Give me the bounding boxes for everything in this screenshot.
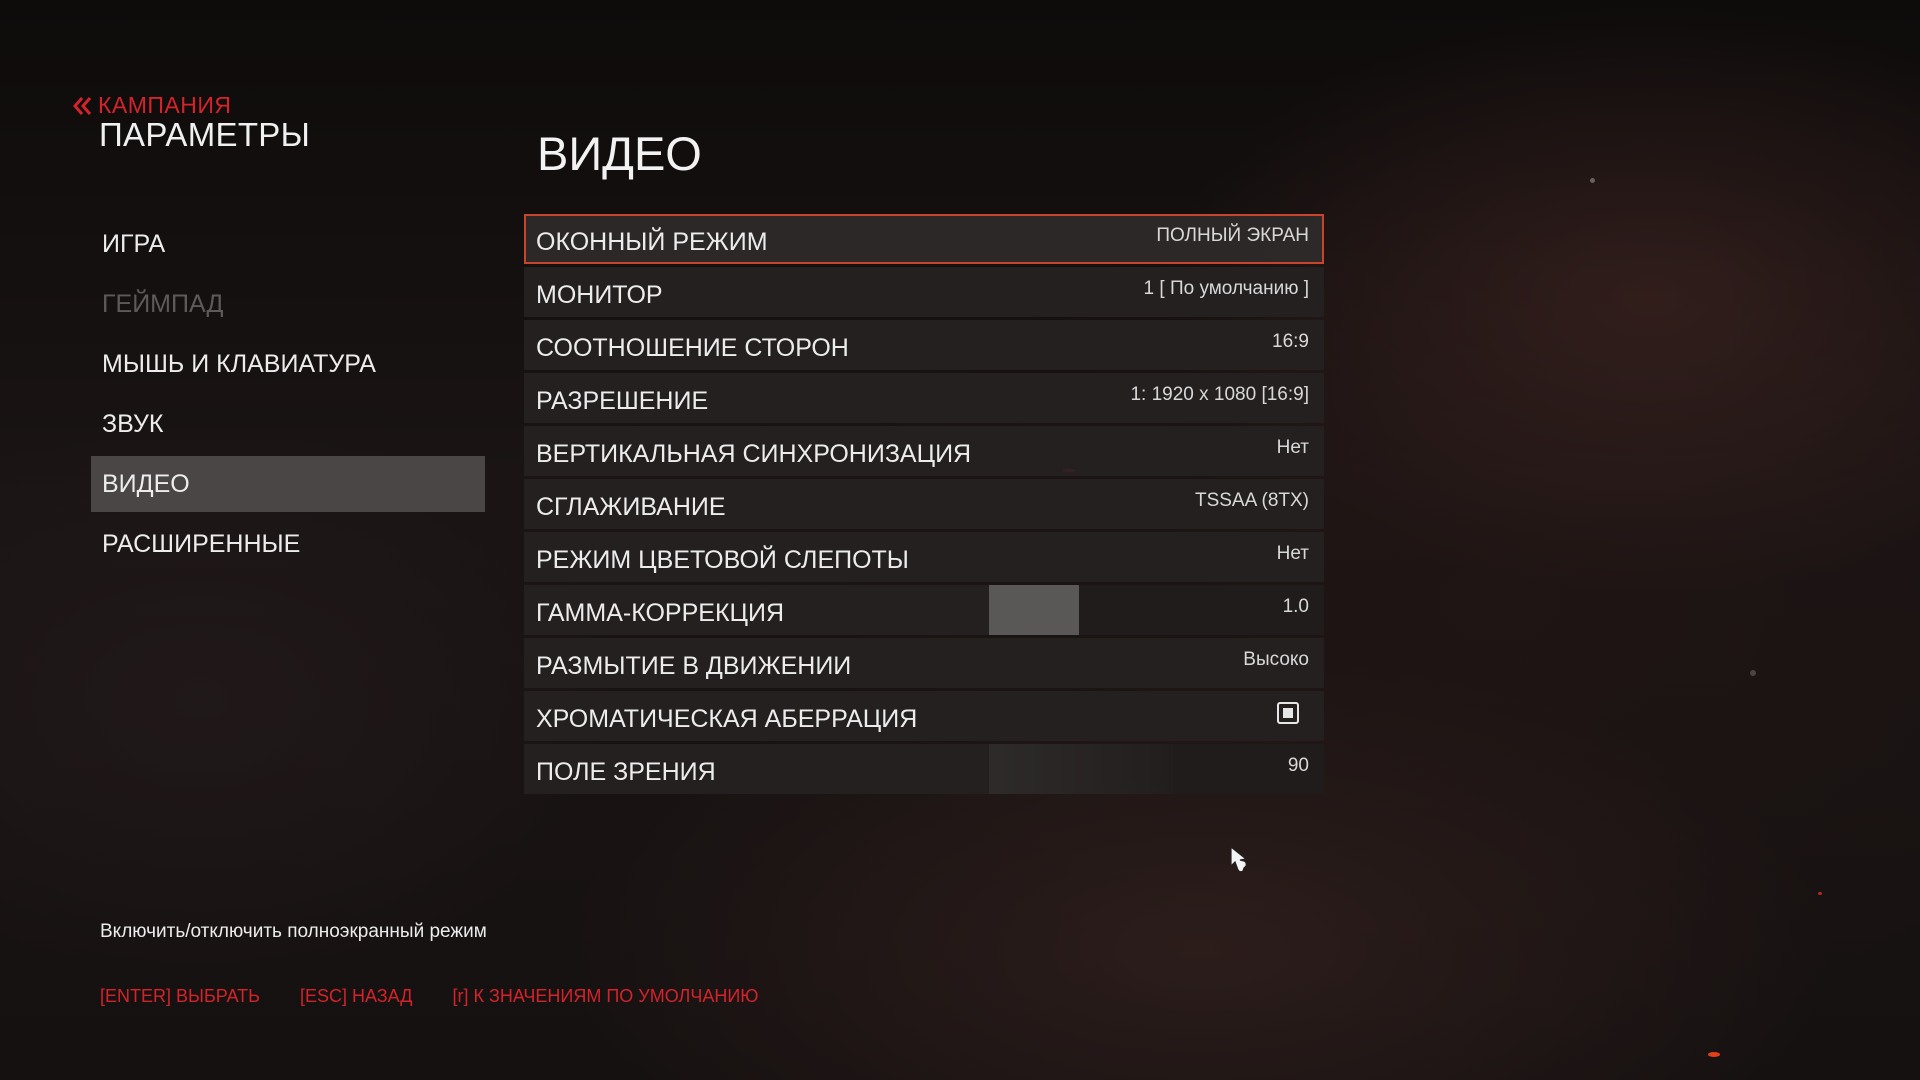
sidebar-item-label: МЫШЬ И КЛАВИАТУРА bbox=[102, 349, 376, 378]
setting-label: ХРОМАТИЧЕСКАЯ АБЕРРАЦИЯ bbox=[536, 704, 918, 733]
ember-particle bbox=[1708, 1052, 1720, 1057]
setting-description: Включить/отключить полноэкранный режим bbox=[100, 921, 487, 942]
setting-label: ГАММА-КОРРЕКЦИЯ bbox=[536, 598, 785, 627]
fov-slider[interactable] bbox=[989, 744, 1324, 794]
sidebar-item-mouse-keyboard[interactable]: МЫШЬ И КЛАВИАТУРА bbox=[91, 336, 485, 392]
setting-label: СООТНОШЕНИЕ СТОРОН bbox=[536, 333, 849, 362]
setting-value: 1: 1920 x 1080 [16:9] bbox=[1130, 384, 1309, 405]
setting-vsync[interactable]: ВЕРТИКАЛЬНАЯ СИНХРОНИЗАЦИЯ Нет bbox=[524, 426, 1324, 476]
setting-value: 90 bbox=[1287, 755, 1309, 776]
setting-value: TSSAA (8TX) bbox=[1194, 490, 1309, 511]
setting-label: РАЗРЕШЕНИЕ bbox=[536, 386, 709, 415]
ember-particle bbox=[1590, 178, 1595, 183]
setting-value: 1.0 bbox=[1282, 596, 1309, 617]
setting-value: Высоко bbox=[1243, 649, 1309, 670]
ember-particle bbox=[1750, 670, 1756, 676]
sidebar-item-video[interactable]: ВИДЕО bbox=[91, 456, 485, 512]
back-hint-button[interactable]: [ESC] НАЗАД bbox=[300, 986, 412, 1007]
checkbox-mark bbox=[1283, 708, 1293, 718]
setting-label: ВЕРТИКАЛЬНАЯ СИНХРОНИЗАЦИЯ bbox=[536, 439, 972, 468]
gamma-slider[interactable] bbox=[989, 585, 1324, 635]
sidebar-item-label: ВИДЕО bbox=[102, 469, 190, 498]
ember-particle bbox=[1818, 892, 1822, 895]
setting-label: ПОЛЕ ЗРЕНИЯ bbox=[536, 757, 716, 786]
page-title: ПАРАМЕТРЫ bbox=[99, 116, 311, 153]
video-settings-list: ОКОННЫЙ РЕЖИМ ПОЛНЫЙ ЭКРАН МОНИТОР 1 [ П… bbox=[524, 214, 1324, 797]
double-chevron-left-icon bbox=[73, 96, 92, 115]
setting-value: Нет bbox=[1276, 437, 1309, 458]
sidebar-item-label: ЗВУК bbox=[102, 409, 164, 438]
setting-gamma[interactable]: ГАММА-КОРРЕКЦИЯ 1.0 bbox=[524, 585, 1324, 635]
sidebar-item-sound[interactable]: ЗВУК bbox=[91, 396, 485, 452]
setting-value: 16:9 bbox=[1272, 331, 1309, 352]
setting-value: Нет bbox=[1276, 543, 1309, 564]
setting-chromatic-aberration[interactable]: ХРОМАТИЧЕСКАЯ АБЕРРАЦИЯ bbox=[524, 691, 1324, 741]
setting-window-mode[interactable]: ОКОННЫЙ РЕЖИМ ПОЛНЫЙ ЭКРАН bbox=[524, 214, 1324, 264]
setting-antialiasing[interactable]: СГЛАЖИВАНИЕ TSSAA (8TX) bbox=[524, 479, 1324, 529]
sidebar-item-game[interactable]: ИГРА bbox=[91, 216, 485, 272]
sidebar-item-label: РАСШИРЕННЫЕ bbox=[102, 529, 301, 558]
setting-aspect-ratio[interactable]: СООТНОШЕНИЕ СТОРОН 16:9 bbox=[524, 320, 1324, 370]
fov-slider-fill bbox=[989, 744, 1174, 794]
select-hint-button[interactable]: [ENTER] ВЫБРАТЬ bbox=[100, 986, 260, 1007]
setting-colorblind-mode[interactable]: РЕЖИМ ЦВЕТОВОЙ СЛЕПОТЫ Нет bbox=[524, 532, 1324, 582]
sidebar-item-advanced[interactable]: РАСШИРЕННЫЕ bbox=[91, 516, 485, 572]
sidebar-item-gamepad: ГЕЙМПАД bbox=[91, 276, 485, 332]
back-to-campaign-link[interactable]: КАМПАНИЯ bbox=[72, 92, 232, 119]
setting-value: 1 [ По умолчанию ] bbox=[1143, 278, 1309, 299]
reset-defaults-hint-button[interactable]: [r] К ЗНАЧЕНИЯМ ПО УМОЛЧАНИЮ bbox=[452, 986, 758, 1007]
back-link-label: КАМПАНИЯ bbox=[98, 92, 232, 118]
section-title: ВИДЕО bbox=[537, 127, 702, 180]
setting-label: СГЛАЖИВАНИЕ bbox=[536, 492, 726, 521]
setting-label: МОНИТОР bbox=[536, 280, 663, 309]
setting-value: ПОЛНЫЙ ЭКРАН bbox=[1156, 225, 1309, 246]
setting-label: РЕЖИМ ЦВЕТОВОЙ СЛЕПОТЫ bbox=[536, 545, 909, 574]
sidebar-item-label: ИГРА bbox=[102, 229, 166, 258]
setting-field-of-view[interactable]: ПОЛЕ ЗРЕНИЯ 90 bbox=[524, 744, 1324, 794]
setting-motion-blur[interactable]: РАЗМЫТИЕ В ДВИЖЕНИИ Высоко bbox=[524, 638, 1324, 688]
setting-label: ОКОННЫЙ РЕЖИМ bbox=[536, 227, 768, 256]
setting-monitor[interactable]: МОНИТОР 1 [ По умолчанию ] bbox=[524, 267, 1324, 317]
settings-category-sidebar: ИГРА ГЕЙМПАД МЫШЬ И КЛАВИАТУРА ЗВУК ВИДЕ… bbox=[91, 216, 485, 576]
setting-resolution[interactable]: РАЗРЕШЕНИЕ 1: 1920 x 1080 [16:9] bbox=[524, 373, 1324, 423]
footer-hints: [ENTER] ВЫБРАТЬ [ESC] НАЗАД [r] К ЗНАЧЕН… bbox=[100, 986, 758, 1007]
mouse-cursor-icon bbox=[1230, 846, 1248, 873]
sidebar-item-label: ГЕЙМПАД bbox=[102, 289, 224, 318]
setting-label: РАЗМЫТИЕ В ДВИЖЕНИИ bbox=[536, 651, 852, 680]
checkbox-checked-icon[interactable] bbox=[1277, 702, 1299, 724]
gamma-slider-fill bbox=[989, 585, 1080, 635]
